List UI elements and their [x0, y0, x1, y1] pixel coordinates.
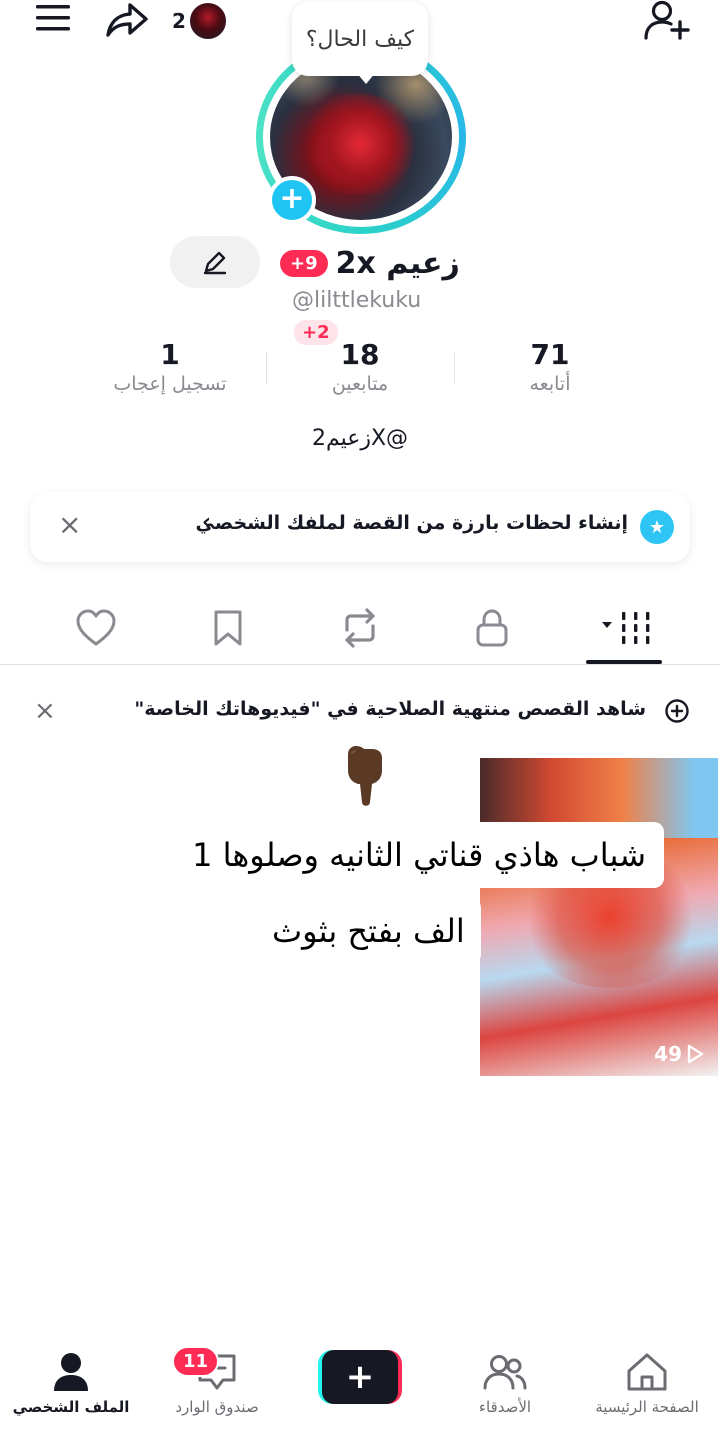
status-bubble[interactable]: كيف الحال؟	[292, 2, 428, 76]
tab-liked[interactable]	[56, 600, 136, 656]
nav-inbox-label: صندوق الوارد	[175, 1398, 259, 1416]
likes-stat[interactable]: 1 تسجيل إعجاب	[70, 338, 270, 395]
pointing-down-emoji	[348, 746, 382, 806]
status-bubble-text: كيف الحال؟	[305, 26, 415, 52]
status-bubble-tail	[356, 72, 376, 84]
repost-icon	[345, 608, 375, 648]
expired-stories-notice[interactable]: شاهد القصص منتهية الصلاحية في "فيديوهاتك…	[134, 698, 646, 720]
video-caption-text-2: الف بفتح بثوث	[272, 912, 465, 950]
star-icon: ★	[640, 510, 674, 544]
mini-avatar	[187, 1, 228, 41]
story-viewers-count: 2	[172, 9, 186, 33]
add-friend-button[interactable]	[640, 0, 694, 42]
profile-name-row: +9 زعيم 2x	[280, 240, 460, 286]
likes-label: تسجيل إعجاب	[113, 373, 227, 395]
story-viewers[interactable]: 2	[172, 0, 228, 42]
profile-name: زعيم 2x	[335, 245, 460, 281]
following-stat[interactable]: 71 أتابعه	[450, 338, 650, 395]
notification-badge[interactable]: +9	[280, 249, 328, 277]
inbox-badge: 11	[172, 1346, 220, 1377]
tabs-divider	[0, 664, 720, 665]
grid-icon	[602, 612, 650, 644]
highlight-banner[interactable]: ★ إنشاء لحظات بارزة من القصة لملفك الشخص…	[30, 492, 690, 562]
likes-count: 1	[160, 338, 180, 371]
home-icon	[627, 1353, 667, 1391]
following-count: 71	[530, 338, 570, 371]
share-profile-button[interactable]	[102, 0, 152, 40]
close-banner-button[interactable]: ×	[58, 508, 81, 541]
chevron-left-icon: ‹	[202, 510, 212, 535]
pencil-icon	[203, 251, 227, 275]
share-arrow-icon	[106, 3, 148, 37]
video-thumbnail[interactable]: 49	[480, 758, 718, 1076]
story-plus-icon	[665, 699, 689, 723]
tab-videos[interactable]	[586, 600, 666, 656]
profile-bio: زعيم2X@	[311, 426, 409, 451]
plus-icon: +	[279, 181, 305, 216]
profile-icon	[54, 1353, 88, 1391]
friends-icon	[483, 1355, 527, 1390]
tab-favorites[interactable]	[188, 600, 268, 656]
close-notice-button[interactable]: ×	[34, 696, 56, 726]
view-count: 49	[654, 1042, 704, 1066]
avatar-photo-subject	[300, 94, 420, 194]
video-caption-line-2: الف بفتح بثوث	[256, 898, 481, 964]
tab-private[interactable]	[452, 600, 532, 656]
tab-reposts[interactable]	[320, 600, 400, 656]
following-label: أتابعه	[529, 373, 571, 395]
create-plus-icon: +	[322, 1350, 398, 1404]
video-caption-line-1: شباب هاذي قناتي الثانيه وصلوها 1	[174, 822, 664, 888]
bookmark-icon	[214, 610, 242, 646]
menu-button[interactable]	[30, 0, 76, 36]
lock-icon	[476, 609, 508, 647]
create-button[interactable]: +	[318, 1350, 402, 1404]
nav-friends[interactable]: الأصدقاء	[430, 1350, 580, 1416]
edit-profile-button[interactable]	[170, 236, 260, 288]
play-icon	[687, 1044, 704, 1064]
heart-icon	[76, 609, 116, 646]
add-story-button[interactable]: +	[268, 176, 316, 224]
nav-friends-label: الأصدقاء	[478, 1398, 532, 1416]
person-add-icon	[644, 0, 690, 40]
video-caption-text-1: شباب هاذي قناتي الثانيه وصلوها 1	[192, 836, 646, 874]
nav-home-label: الصفحة الرئيسية	[595, 1398, 699, 1416]
followers-stat[interactable]: 18 متابعين	[260, 338, 460, 395]
followers-count: 18	[340, 338, 380, 371]
nav-home[interactable]: الصفحة الرئيسية	[572, 1350, 720, 1416]
highlight-banner-text: إنشاء لحظات بارزة من القصة لملفك الشخصي	[195, 512, 628, 534]
nav-profile[interactable]: الملف الشخصي	[0, 1350, 146, 1416]
hamburger-icon	[36, 5, 70, 31]
followers-label: متابعين	[331, 373, 389, 395]
view-count-value: 49	[654, 1042, 682, 1066]
profile-handle: @lilttlekuku	[292, 288, 422, 313]
nav-profile-label: الملف الشخصي	[12, 1398, 130, 1416]
